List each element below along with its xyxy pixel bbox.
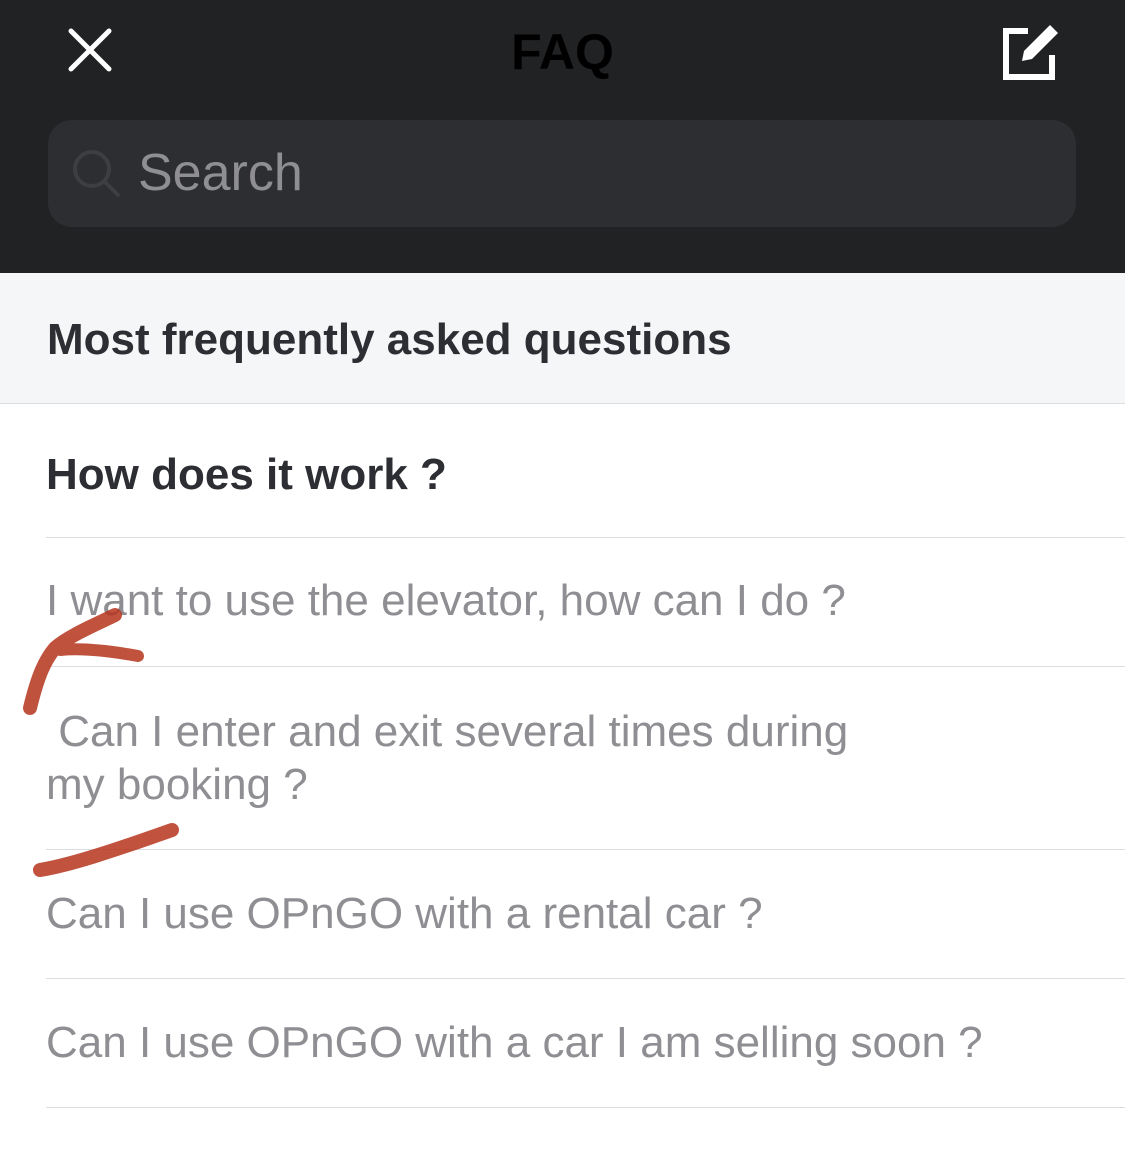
faq-item-label-line2: my booking ? bbox=[46, 760, 308, 809]
faq-item-label: I want to use the elevator, how can I do… bbox=[46, 576, 846, 625]
faq-item-selling-car[interactable]: Can I use OPnGO with a car I am selling … bbox=[46, 979, 1125, 1108]
faq-item-enter-exit[interactable]: Can I enter and exit several times durin… bbox=[46, 667, 1125, 850]
search-icon bbox=[73, 150, 120, 197]
faq-item-rental-car[interactable]: Can I use OPnGO with a rental car ? bbox=[46, 850, 1125, 979]
search-input[interactable] bbox=[138, 140, 1038, 206]
faq-item-label: Can I use OPnGO with a car I am selling … bbox=[46, 1018, 983, 1067]
faq-item-label: How does it work ? bbox=[46, 450, 447, 499]
page-title: FAQ bbox=[511, 24, 614, 80]
compose-button[interactable] bbox=[996, 18, 1066, 84]
faq-item-elevator[interactable]: I want to use the elevator, how can I do… bbox=[46, 538, 1125, 667]
faq-item-label-line1: Can I enter and exit several times durin… bbox=[46, 707, 849, 756]
compose-icon bbox=[1003, 25, 1058, 80]
faq-item-partial[interactable] bbox=[46, 1108, 1125, 1154]
faq-item-label: Can I use OPnGO with a rental car ? bbox=[46, 889, 763, 938]
faq-item-how-it-works[interactable]: How does it work ? bbox=[46, 405, 1125, 538]
section-title: Most frequently asked questions bbox=[47, 315, 732, 364]
